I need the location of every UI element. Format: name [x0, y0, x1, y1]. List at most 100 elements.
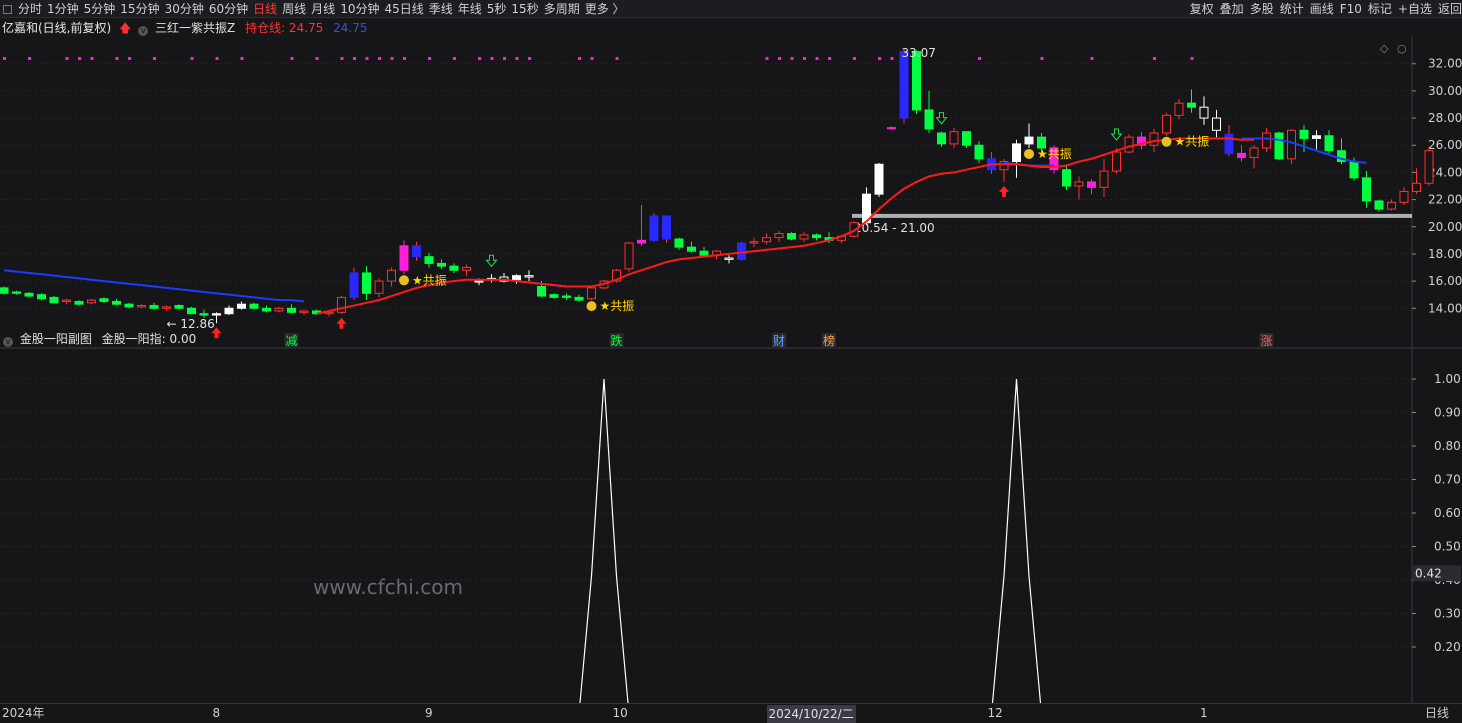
candle-body	[24, 292, 34, 297]
candle-body	[1087, 181, 1096, 188]
candle	[1199, 96, 1209, 125]
y-tick-label: 22.00	[1428, 193, 1462, 207]
signal-dot	[315, 57, 319, 60]
candle-body	[62, 299, 71, 302]
candle-body	[812, 234, 821, 239]
period-tab[interactable]: 15秒	[511, 2, 538, 16]
tool-button[interactable]: F10	[1340, 2, 1362, 16]
diamond-icon: ◇	[1380, 42, 1389, 55]
candle-body	[462, 267, 471, 271]
circle-icon: ○	[1397, 42, 1407, 55]
tool-button[interactable]: 复权	[1190, 2, 1214, 16]
tool-button[interactable]: 统计	[1280, 2, 1304, 16]
panel-toggle-icon[interactable]	[3, 5, 12, 14]
signal-dot	[890, 57, 894, 60]
candle-body	[149, 305, 159, 309]
candle-body	[624, 242, 634, 270]
candle-body	[799, 234, 809, 240]
signal-dot	[390, 57, 394, 60]
signal-dot	[778, 57, 781, 60]
signal-dot	[453, 57, 456, 60]
y-tick-label: 0.50	[1434, 540, 1461, 554]
candle	[1262, 127, 1271, 153]
candle-body	[0, 287, 9, 294]
candle-body	[1312, 135, 1321, 139]
period-tab[interactable]: 月线	[311, 2, 335, 16]
period-tab[interactable]: 年线	[458, 2, 482, 16]
candle	[687, 241, 696, 253]
candle	[1274, 131, 1284, 161]
period-tab[interactable]: 10分钟	[340, 2, 379, 16]
buy-arrow-icon	[999, 185, 1009, 197]
signal-dot	[1190, 57, 1194, 60]
tool-button[interactable]: 叠加	[1220, 2, 1244, 16]
candle	[974, 141, 984, 163]
period-tab[interactable]: 45日线	[384, 2, 423, 16]
tool-button[interactable]: 多股	[1250, 2, 1274, 16]
candle	[662, 215, 671, 244]
period-tab[interactable]: 30分钟	[165, 2, 204, 16]
period-tab[interactable]: 分时	[18, 2, 42, 16]
candle-body	[1099, 170, 1109, 188]
candle-body	[199, 313, 209, 316]
candle-body	[537, 286, 546, 297]
period-tab[interactable]: 5分钟	[84, 2, 116, 16]
candle	[262, 305, 271, 313]
candle-body	[12, 291, 21, 294]
candle	[1187, 89, 1196, 113]
candle	[149, 302, 159, 310]
candle-body	[1287, 129, 1296, 160]
candle-body	[1187, 102, 1196, 108]
high-price-label: 33.07	[902, 46, 936, 60]
candle-body	[174, 305, 184, 309]
period-tab[interactable]: 15分钟	[120, 2, 159, 16]
period-tab[interactable]: 60分钟	[209, 2, 248, 16]
y-tick-label: 14.00	[1428, 301, 1462, 315]
period-tab[interactable]: 日线	[253, 2, 277, 16]
sell-arrow-icon	[1110, 128, 1123, 141]
candle-body	[474, 280, 484, 283]
candle-body	[1112, 151, 1121, 172]
candle	[1312, 130, 1321, 150]
period-tab[interactable]: 5秒	[487, 2, 507, 16]
candle	[424, 252, 434, 268]
signal-dot	[828, 57, 831, 60]
event-label: 榜	[823, 333, 835, 348]
candle-body	[449, 265, 459, 271]
signal-dot	[590, 57, 594, 60]
tool-button[interactable]: +自选	[1398, 2, 1432, 16]
signal-dot	[578, 57, 581, 60]
y-tick-label: 0.90	[1434, 406, 1461, 420]
candle-body	[1424, 150, 1434, 184]
buy-arrow-icon	[336, 317, 347, 329]
period-tab[interactable]: 多周期	[544, 2, 580, 16]
period-tab[interactable]: 季线	[429, 2, 453, 16]
period-tab[interactable]: 更多 〉	[585, 2, 625, 16]
candle-body	[587, 287, 596, 300]
period-tab[interactable]: 周线	[282, 2, 306, 16]
candle	[0, 286, 9, 295]
x-tick-label: 2024年	[2, 706, 45, 720]
signal-dot	[765, 57, 769, 60]
candle	[24, 291, 34, 298]
tool-button[interactable]: 返回	[1438, 2, 1462, 16]
candle-body	[937, 132, 946, 145]
candle	[1087, 179, 1096, 195]
candle-body	[1212, 117, 1221, 131]
tool-button[interactable]: 标记	[1368, 2, 1392, 16]
candle-body	[649, 215, 659, 241]
period-tab[interactable]: 1分钟	[47, 2, 79, 16]
x-tick-label: 9	[425, 706, 433, 720]
candle	[1162, 112, 1171, 136]
candle-body	[1299, 129, 1309, 139]
candle-body	[949, 131, 959, 145]
candle-body	[1024, 136, 1034, 145]
candle-body	[262, 307, 271, 312]
tool-button[interactable]: 画线	[1310, 2, 1334, 16]
candle-body	[124, 303, 134, 308]
chart-canvas[interactable]: 14.0016.0018.0020.0022.0024.0026.0028.00…	[0, 18, 1462, 722]
candle-body	[1324, 135, 1334, 152]
signal-dot	[853, 57, 856, 60]
signal-dot	[78, 57, 81, 60]
candle	[962, 131, 971, 148]
